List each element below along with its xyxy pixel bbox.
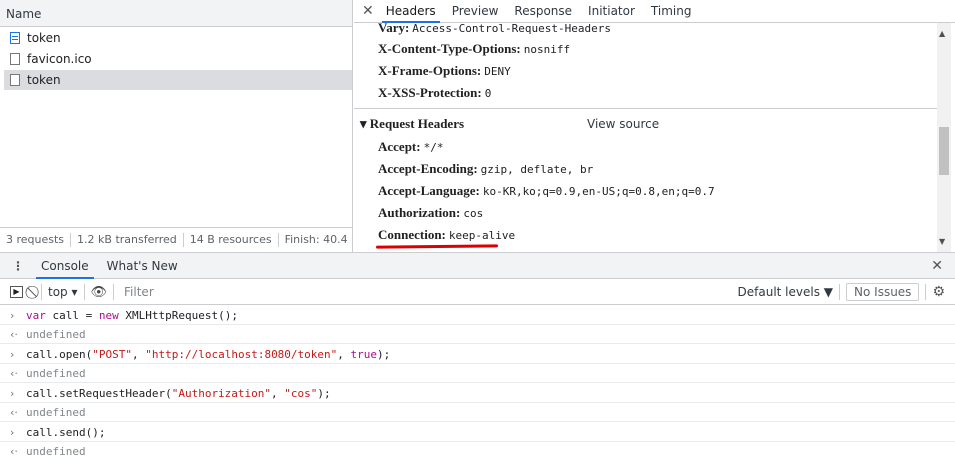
tab-headers[interactable]: Headers [378, 4, 444, 23]
file-icon [10, 53, 20, 65]
console-input-line: › call.send(); [0, 423, 955, 442]
eye-icon[interactable]: 👁 [91, 285, 108, 300]
request-row[interactable]: favicon.ico [4, 49, 352, 69]
scroll-up-icon[interactable]: ▲ [939, 29, 945, 38]
request-headers-toggle[interactable]: ▾ Request Headers [360, 116, 464, 132]
drawer-tabbar: ⋮ Console What's New ✕ [0, 252, 955, 279]
response-header-row: Vary: Access-Control-Request-Headers [378, 23, 611, 35]
file-icon [10, 74, 20, 86]
request-header-row: Connection: keep-alive [378, 227, 516, 242]
request-header-row-authorization: Authorization: cos [378, 205, 484, 220]
prompt-chevron-icon: › [10, 425, 15, 439]
network-panel: Name token favicon.ico token 3 requests … [0, 0, 955, 252]
resources-size: 14 B resources [189, 233, 272, 246]
tab-console[interactable]: Console [32, 253, 98, 279]
console-result-line: ‹· undefined [0, 364, 955, 383]
scrollbar-thumb[interactable] [939, 127, 949, 175]
request-details: ✕ Headers Preview Response Initiator Tim… [354, 0, 955, 252]
close-icon[interactable]: ✕ [362, 3, 378, 22]
result-arrow-icon: ‹· [10, 405, 18, 419]
headers-scrollbar[interactable]: ▲ ▼ [937, 23, 951, 252]
red-annotation-underline [375, 244, 499, 249]
request-header-row: Accept-Language: ko-KR,ko;q=0.9,en-US;q=0… [378, 183, 715, 198]
tab-initiator[interactable]: Initiator [580, 4, 643, 22]
prompt-chevron-icon: › [10, 308, 15, 322]
prompt-chevron-icon: › [10, 347, 15, 361]
result-arrow-icon: ‹· [10, 366, 18, 380]
console-toolbar: ▶ ⃠ top ▾ 👁 Filter Default levels ▼ No I… [0, 280, 955, 305]
close-drawer-icon[interactable]: ✕ [931, 258, 955, 274]
tab-whats-new[interactable]: What's New [98, 253, 187, 279]
log-levels-dropdown[interactable]: Default levels ▼ [738, 285, 834, 299]
more-options-icon[interactable]: ⋮ [0, 259, 32, 273]
console-input-line: › var call = new XMLHttpRequest(); [0, 306, 955, 325]
request-name: token [27, 73, 61, 87]
request-count: 3 requests [6, 233, 65, 246]
request-name: token [27, 31, 61, 45]
transferred-size: 1.2 kB transferred [77, 233, 177, 246]
result-arrow-icon: ‹· [10, 327, 18, 341]
filter-input[interactable]: Filter [120, 283, 690, 302]
console-result-line: ‹· undefined [10, 445, 86, 458]
request-row-selected[interactable]: token [4, 70, 352, 90]
issues-button[interactable]: No Issues [846, 283, 920, 301]
view-source-link[interactable]: View source [587, 117, 659, 131]
response-header-row: X-XSS-Protection: 0 [378, 85, 492, 100]
request-list: Name token favicon.ico token 3 requests … [0, 0, 353, 252]
tab-preview[interactable]: Preview [444, 4, 507, 22]
details-tabs: ✕ Headers Preview Response Initiator Tim… [354, 0, 955, 23]
console-input-line: › call.open("POST", "http://localhost:80… [0, 345, 955, 364]
request-row[interactable]: token [4, 28, 352, 48]
sidebar-toggle-icon[interactable]: ▶ [10, 286, 23, 298]
scroll-down-icon[interactable]: ▼ [939, 237, 945, 246]
headers-view: Vary: Access-Control-Request-Headers X-Co… [354, 23, 937, 252]
network-status-bar: 3 requests 1.2 kB transferred 14 B resou… [0, 227, 353, 251]
gear-icon[interactable]: ⚙ [932, 284, 955, 300]
console-input-line: › call.setRequestHeader("Authorization",… [0, 384, 955, 403]
section-divider [354, 108, 937, 109]
prompt-chevron-icon: › [10, 386, 15, 400]
tab-response[interactable]: Response [506, 4, 580, 22]
result-arrow-icon: ‹· [10, 445, 18, 458]
document-icon [10, 32, 20, 44]
console-result-line: ‹· undefined [0, 325, 955, 344]
request-name: favicon.ico [27, 52, 92, 66]
request-header-row: Accept: */* [378, 139, 444, 154]
console-result-line: ‹· undefined [0, 403, 955, 422]
response-header-row: X-Frame-Options: DENY [378, 63, 511, 78]
request-header-row: Accept-Encoding: gzip, deflate, br [378, 161, 594, 176]
finish-time: Finish: 40.4 [284, 233, 348, 246]
context-selector[interactable]: top ▾ [48, 285, 78, 299]
tab-timing[interactable]: Timing [643, 4, 700, 22]
name-column-header[interactable]: Name [0, 0, 352, 27]
response-header-row: X-Content-Type-Options: nosniff [378, 41, 571, 56]
